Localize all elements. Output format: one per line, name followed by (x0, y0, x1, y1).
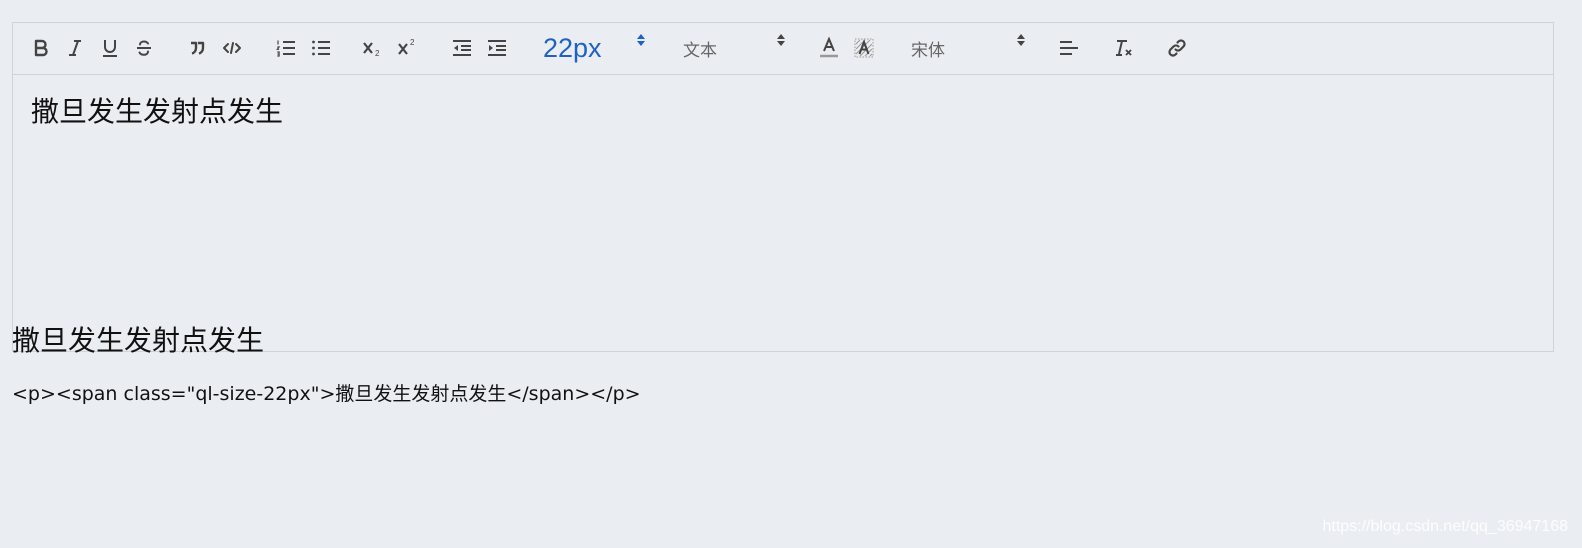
font-color-icon (820, 37, 838, 58)
size-picker-label: 22px (543, 32, 602, 63)
link-icon (1168, 39, 1186, 57)
indent-increase-button[interactable] (485, 36, 509, 60)
indent-decrease-button[interactable] (450, 36, 474, 60)
size-picker-arrows-icon (637, 34, 645, 46)
bullet-list-icon (312, 40, 330, 56)
svg-text:2: 2 (375, 49, 380, 58)
superscript-button[interactable]: 2 (396, 36, 420, 60)
italic-button[interactable] (63, 36, 87, 60)
svg-text:2: 2 (410, 38, 415, 47)
bold-button[interactable] (29, 36, 53, 60)
ordered-list-button[interactable] (274, 36, 298, 60)
rich-text-editor: 2 2 22px 文本 宋体 撒旦发生发射点发生 (12, 22, 1554, 352)
preview-rendered-text: 撒旦发生发射点发生 (12, 325, 265, 356)
strike-button[interactable] (132, 36, 156, 60)
align-left-icon (1060, 41, 1078, 55)
underline-icon (103, 40, 117, 57)
blockquote-button[interactable] (185, 36, 209, 60)
font-picker-label: 宋体 (911, 40, 945, 60)
text-color-button[interactable] (817, 36, 841, 60)
size-picker[interactable]: 22px (543, 31, 651, 65)
outdent-icon (453, 40, 471, 56)
font-picker[interactable]: 宋体 (911, 31, 1031, 65)
underline-button[interactable] (98, 36, 122, 60)
align-button[interactable] (1057, 36, 1081, 60)
superscript-icon: 2 (398, 38, 415, 55)
clean-button[interactable] (1112, 36, 1136, 60)
header-picker-arrows-icon (777, 34, 785, 46)
blockquote-icon (191, 41, 205, 55)
bold-icon (34, 39, 48, 57)
header-picker[interactable]: 文本 (683, 31, 791, 65)
editor-toolbar: 2 2 22px 文本 宋体 (13, 23, 1553, 75)
code-block-button[interactable] (220, 36, 244, 60)
preview-html-output: <p><span class="ql-size-22px">撒旦发生发射点发生<… (12, 383, 641, 405)
clear-format-icon (1116, 40, 1132, 56)
subscript-button[interactable]: 2 (361, 36, 385, 60)
bullet-list-button[interactable] (309, 36, 333, 60)
background-color-button[interactable] (852, 36, 876, 60)
editor-content[interactable]: 撒旦发生发射点发生 (31, 90, 283, 130)
indent-icon (488, 40, 506, 56)
link-button[interactable] (1165, 36, 1189, 60)
header-picker-label: 文本 (683, 40, 717, 60)
font-picker-arrows-icon (1017, 34, 1025, 46)
ordered-list-icon (276, 40, 295, 57)
subscript-icon: 2 (363, 42, 380, 58)
italic-icon (69, 40, 81, 56)
strikethrough-icon (137, 40, 151, 56)
code-block-icon (223, 42, 241, 54)
background-color-icon (854, 38, 874, 58)
watermark: https://blog.csdn.net/qq_36947168 (1322, 518, 1568, 535)
